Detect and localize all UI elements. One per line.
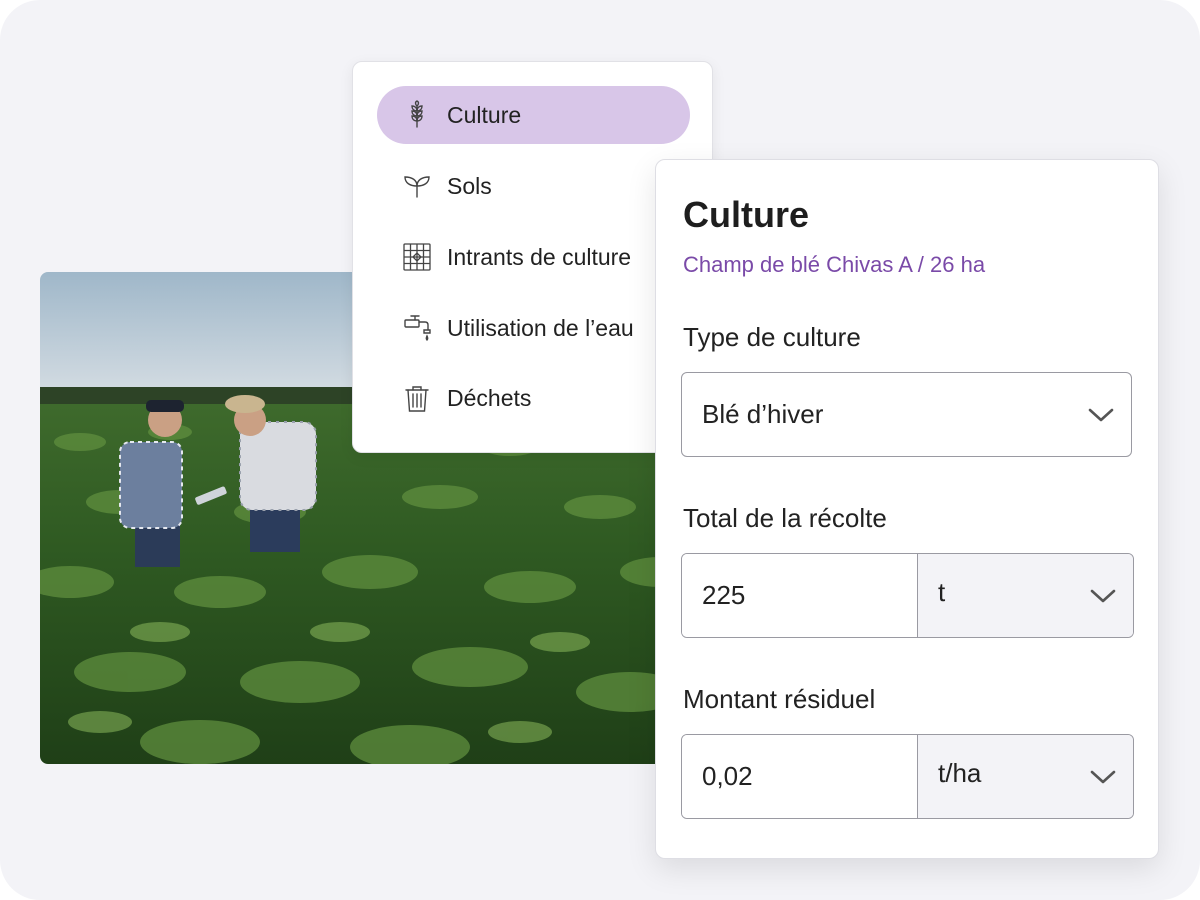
residual-unit-select[interactable]: t/ha (918, 735, 1133, 818)
harvest-unit-select[interactable]: t (918, 554, 1133, 637)
field-subtitle: Champ de blé Chivas A / 26 ha (683, 252, 986, 277)
nav-item-intrants[interactable]: Intrants de culture (377, 228, 690, 286)
sprout-icon (401, 170, 433, 202)
nav-item-culture[interactable]: Culture (377, 86, 690, 144)
nav-item-label: Intrants de culture (447, 243, 632, 270)
chevron-down-icon (1090, 770, 1116, 783)
nav-item-eau[interactable]: Utilisation de l’eau (377, 299, 690, 357)
harvest-total-input[interactable]: 225 (682, 554, 918, 637)
harvest-unit-value: t (938, 577, 946, 607)
harvest-total-label: Total de la récolte (683, 503, 887, 533)
chevron-down-icon (1088, 408, 1114, 421)
nav-item-sols[interactable]: Sols (377, 157, 690, 215)
harvest-total-field: 225 t (681, 553, 1134, 638)
faucet-icon (401, 312, 433, 344)
crop-type-label: Type de culture (683, 322, 861, 352)
wheat-icon (401, 99, 433, 131)
trash-icon (401, 382, 433, 414)
crop-type-select[interactable]: Blé d’hiver (681, 372, 1132, 457)
chevron-down-icon (1090, 589, 1116, 602)
residual-amount-label: Montant résiduel (683, 684, 876, 714)
grid-icon (401, 241, 433, 273)
form-title: Culture (683, 194, 809, 235)
nav-item-label: Culture (447, 101, 522, 128)
nav-item-label: Déchets (447, 384, 532, 411)
residual-unit-value: t/ha (938, 758, 982, 788)
residual-amount-field: 0,02 t/ha (681, 734, 1134, 819)
culture-form-card: Culture Champ de blé Chivas A / 26 ha Ty… (655, 159, 1159, 859)
nav-item-dechets[interactable]: Déchets (377, 369, 690, 427)
crop-type-value: Blé d’hiver (702, 399, 824, 429)
nav-item-label: Utilisation de l’eau (447, 314, 634, 341)
nav-item-label: Sols (447, 172, 492, 199)
residual-amount-input[interactable]: 0,02 (682, 735, 918, 818)
